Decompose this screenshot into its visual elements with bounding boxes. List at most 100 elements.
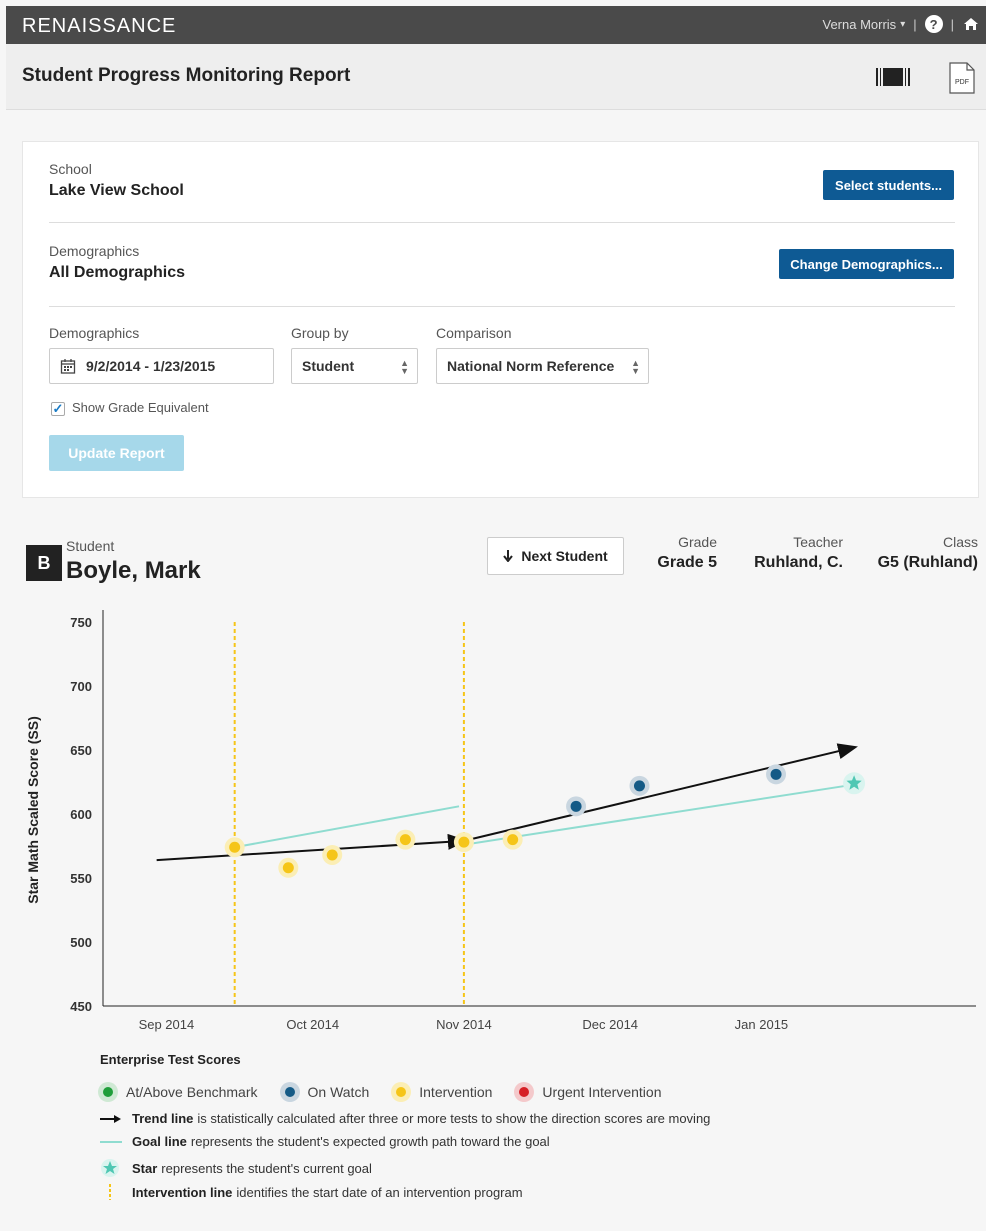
y-tick-label: 650 [70,743,92,758]
teacher-label: Teacher [793,534,843,550]
grade-value: Grade 5 [657,554,717,571]
data-point [770,768,782,780]
legend-goal: Goal line represents the student's expec… [100,1134,550,1149]
next-student-label: Next Student [521,548,608,564]
comparison-select[interactable]: National Norm Reference ▲ ▼ [436,348,649,384]
goal-line-icon [100,1137,126,1147]
legend-status-item: At/Above Benchmark [98,1082,258,1102]
next-student-button[interactable]: Next Student [487,537,624,575]
legend-trend-text: is statistically calculated after three … [197,1111,711,1126]
legend-status-label: At/Above Benchmark [126,1084,258,1100]
comparison-value: National Norm Reference [447,358,615,374]
pdf-icon[interactable]: PDF [949,62,975,94]
show-grade-equivalent-checkbox[interactable]: ✓ [51,402,65,416]
student-name: Boyle, Mark [66,557,201,584]
y-tick-label: 750 [70,615,92,630]
goal-line [234,805,460,849]
divider [49,222,955,223]
chevron-down-icon: ▾ [900,18,906,30]
divider [49,306,955,307]
legend-status-item: On Watch [279,1082,370,1102]
trend-line [156,833,468,862]
status-dot-icon [279,1082,300,1102]
y-tick-label: 500 [70,935,92,950]
x-tick-label: Sep 2014 [139,1017,195,1032]
star-icon [100,1158,126,1178]
comparison-label: Comparison [436,325,512,341]
group-by-value: Student [302,358,355,374]
x-axis-ticks: Sep 2014 Oct 2014 Nov 2014 Dec 2014 Jan 2015 [139,1017,789,1032]
group-by-label: Group by [291,325,349,341]
select-students-button[interactable]: Select students... [823,170,954,200]
y-tick-label: 450 [70,999,92,1014]
group-by-select[interactable]: Student ▲ ▼ [291,348,418,384]
x-tick-label: Oct 2014 [286,1017,339,1032]
data-point [570,800,582,812]
brand-logo[interactable]: RENAISSANCE [22,15,176,38]
barcode-icon[interactable] [876,68,910,86]
legend-trend-bold: Trend line [132,1111,194,1126]
divider: | [913,16,917,32]
demographics-label: Demographics [49,243,140,259]
intervention-lines [233,622,465,1006]
legend-intervention: Intervention line identifies the start d… [100,1184,523,1200]
school-value: Lake View School [49,182,184,199]
top-right-controls: Verna Morris ▾ | ? | [822,15,980,33]
date-range-value: 9/2/2014 - 1/23/2015 [86,358,216,374]
page-title: Student Progress Monitoring Report [22,65,351,86]
data-point [633,780,645,792]
data-point [282,862,294,874]
status-dot-icon [514,1082,535,1102]
data-point [326,849,338,861]
page-header: Student Progress Monitoring Report PDF [6,44,986,110]
y-tick-label: 700 [70,679,92,694]
calendar-icon [60,359,76,374]
legend-star: Star represents the student's current go… [100,1158,372,1178]
status-dot-icon [391,1082,412,1102]
svg-text:PDF: PDF [955,79,969,86]
y-axis-ticks: 450 500 550 600 650 700 750 [70,615,92,1014]
data-point [458,836,470,848]
show-grade-equivalent-label: Show Grade Equivalent [72,400,209,415]
date-range-field[interactable]: 9/2/2014 - 1/23/2015 [49,348,274,384]
legend-status-label: Urgent Intervention [542,1084,662,1100]
date-range-label: Demographics [49,325,140,341]
change-demographics-button[interactable]: Change Demographics... [779,249,954,279]
data-point [399,834,411,846]
progress-chart: Star Math Scaled Score (SS) 450 500 550 600… [25,610,976,1032]
legend-statuses: At/Above Benchmark On Watch Intervention Ur… [98,1082,684,1102]
class-label: Class [942,534,978,550]
legend-title: Enterprise Test Scores [100,1052,241,1067]
legend-status-item: Urgent Intervention [514,1082,662,1102]
score-points [224,764,787,878]
intervention-line-icon [100,1184,126,1200]
legend-intervention-text: identifies the start date of an interven… [236,1184,523,1200]
legend-intervention-bold: Intervention line [132,1184,233,1200]
student-label: Student [66,538,115,554]
teacher-value: Ruhland, C. [754,554,843,571]
class-value: G5 (Ruhland) [877,554,978,571]
home-icon[interactable] [962,15,980,33]
divider: | [950,16,954,32]
x-tick-label: Jan 2015 [735,1017,789,1032]
legend-goal-bold: Goal line [132,1134,187,1149]
arrow-down-icon [503,550,514,562]
data-point [507,834,519,846]
question-circle-icon[interactable]: ? [924,15,943,33]
section-badge: B [26,545,62,581]
user-menu[interactable]: Verna Morris ▾ [822,17,905,32]
user-name: Verna Morris [822,16,897,32]
sort-arrows-icon: ▲ ▼ [400,358,409,376]
legend-star-text: represents the student's current goal [161,1160,372,1176]
y-axis-label: Star Math Scaled Score (SS) [25,716,41,904]
legend-status-label: Intervention [419,1084,493,1100]
top-nav-bar: RENAISSANCE Verna Morris ▾ | ? | [6,6,986,44]
grade-label: Grade [678,534,717,550]
goal-lines [234,783,855,849]
x-tick-label: Nov 2014 [436,1017,492,1032]
school-label: School [49,161,92,177]
legend-trend: Trend line is statistically calculated a… [100,1111,710,1126]
report-filters-panel: School Lake View School Select students.… [22,141,979,498]
legend-status-label: On Watch [307,1084,370,1100]
update-report-button[interactable]: Update Report [49,435,184,471]
